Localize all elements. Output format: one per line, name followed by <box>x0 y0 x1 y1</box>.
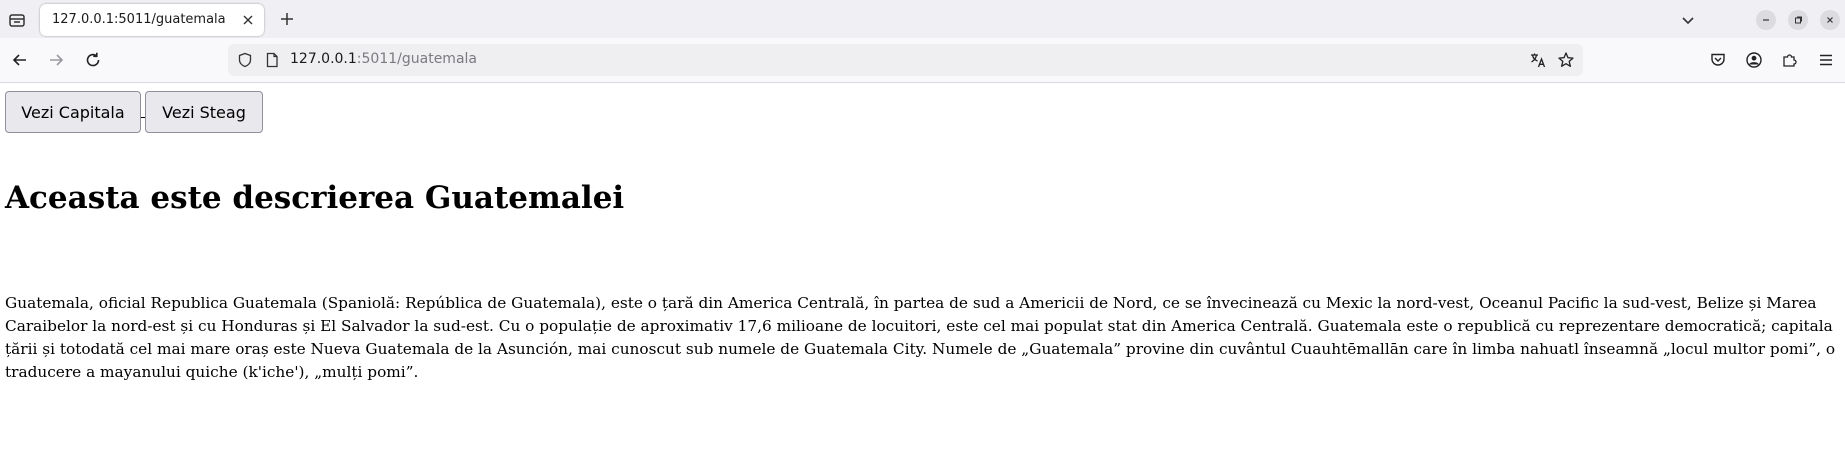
account-icon[interactable] <box>1742 48 1766 72</box>
plus-icon[interactable] <box>276 8 298 30</box>
close-window-icon[interactable] <box>1820 10 1840 30</box>
url-text[interactable]: 127.0.0.1:5011/guatemala <box>290 51 477 67</box>
chevron-down-icon[interactable] <box>1678 10 1698 30</box>
country-description: Guatemala, oficial Republica Guatemala (… <box>5 294 1836 381</box>
url-host: 127.0.0.1 <box>290 51 357 67</box>
tab-bar: 127.0.0.1:5011/guatemala <box>0 0 1845 38</box>
minimize-icon[interactable] <box>1756 10 1776 30</box>
url-path: :5011/guatemala <box>356 51 477 67</box>
tab-list-icon[interactable] <box>5 8 29 32</box>
translate-icon[interactable] <box>1529 51 1547 69</box>
extensions-icon[interactable] <box>1778 48 1802 72</box>
address-bar[interactable]: 127.0.0.1:5011/guatemala <box>228 44 1583 76</box>
page-content: Vezi Capitala Vezi Steag Aceasta este de… <box>0 84 1845 452</box>
navigation-bar: 127.0.0.1:5011/guatemala <box>0 38 1845 83</box>
shield-icon[interactable] <box>237 52 253 68</box>
view-flag-button[interactable]: Vezi Steag <box>145 91 263 133</box>
active-tab[interactable]: 127.0.0.1:5011/guatemala <box>40 4 264 36</box>
forward-arrow-icon <box>44 48 68 72</box>
close-icon[interactable] <box>240 12 256 28</box>
view-capital-button[interactable]: Vezi Capitala <box>5 91 141 133</box>
page-title: Aceasta este descrierea Guatemalei <box>5 180 625 216</box>
reload-icon[interactable] <box>81 48 105 72</box>
pocket-icon[interactable] <box>1706 48 1730 72</box>
star-icon[interactable] <box>1557 51 1575 69</box>
hamburger-menu-icon[interactable] <box>1814 48 1838 72</box>
back-arrow-icon[interactable] <box>8 48 32 72</box>
page-icon[interactable] <box>264 52 280 68</box>
tab-title: 127.0.0.1:5011/guatemala <box>52 12 226 27</box>
restore-icon[interactable] <box>1788 10 1808 30</box>
